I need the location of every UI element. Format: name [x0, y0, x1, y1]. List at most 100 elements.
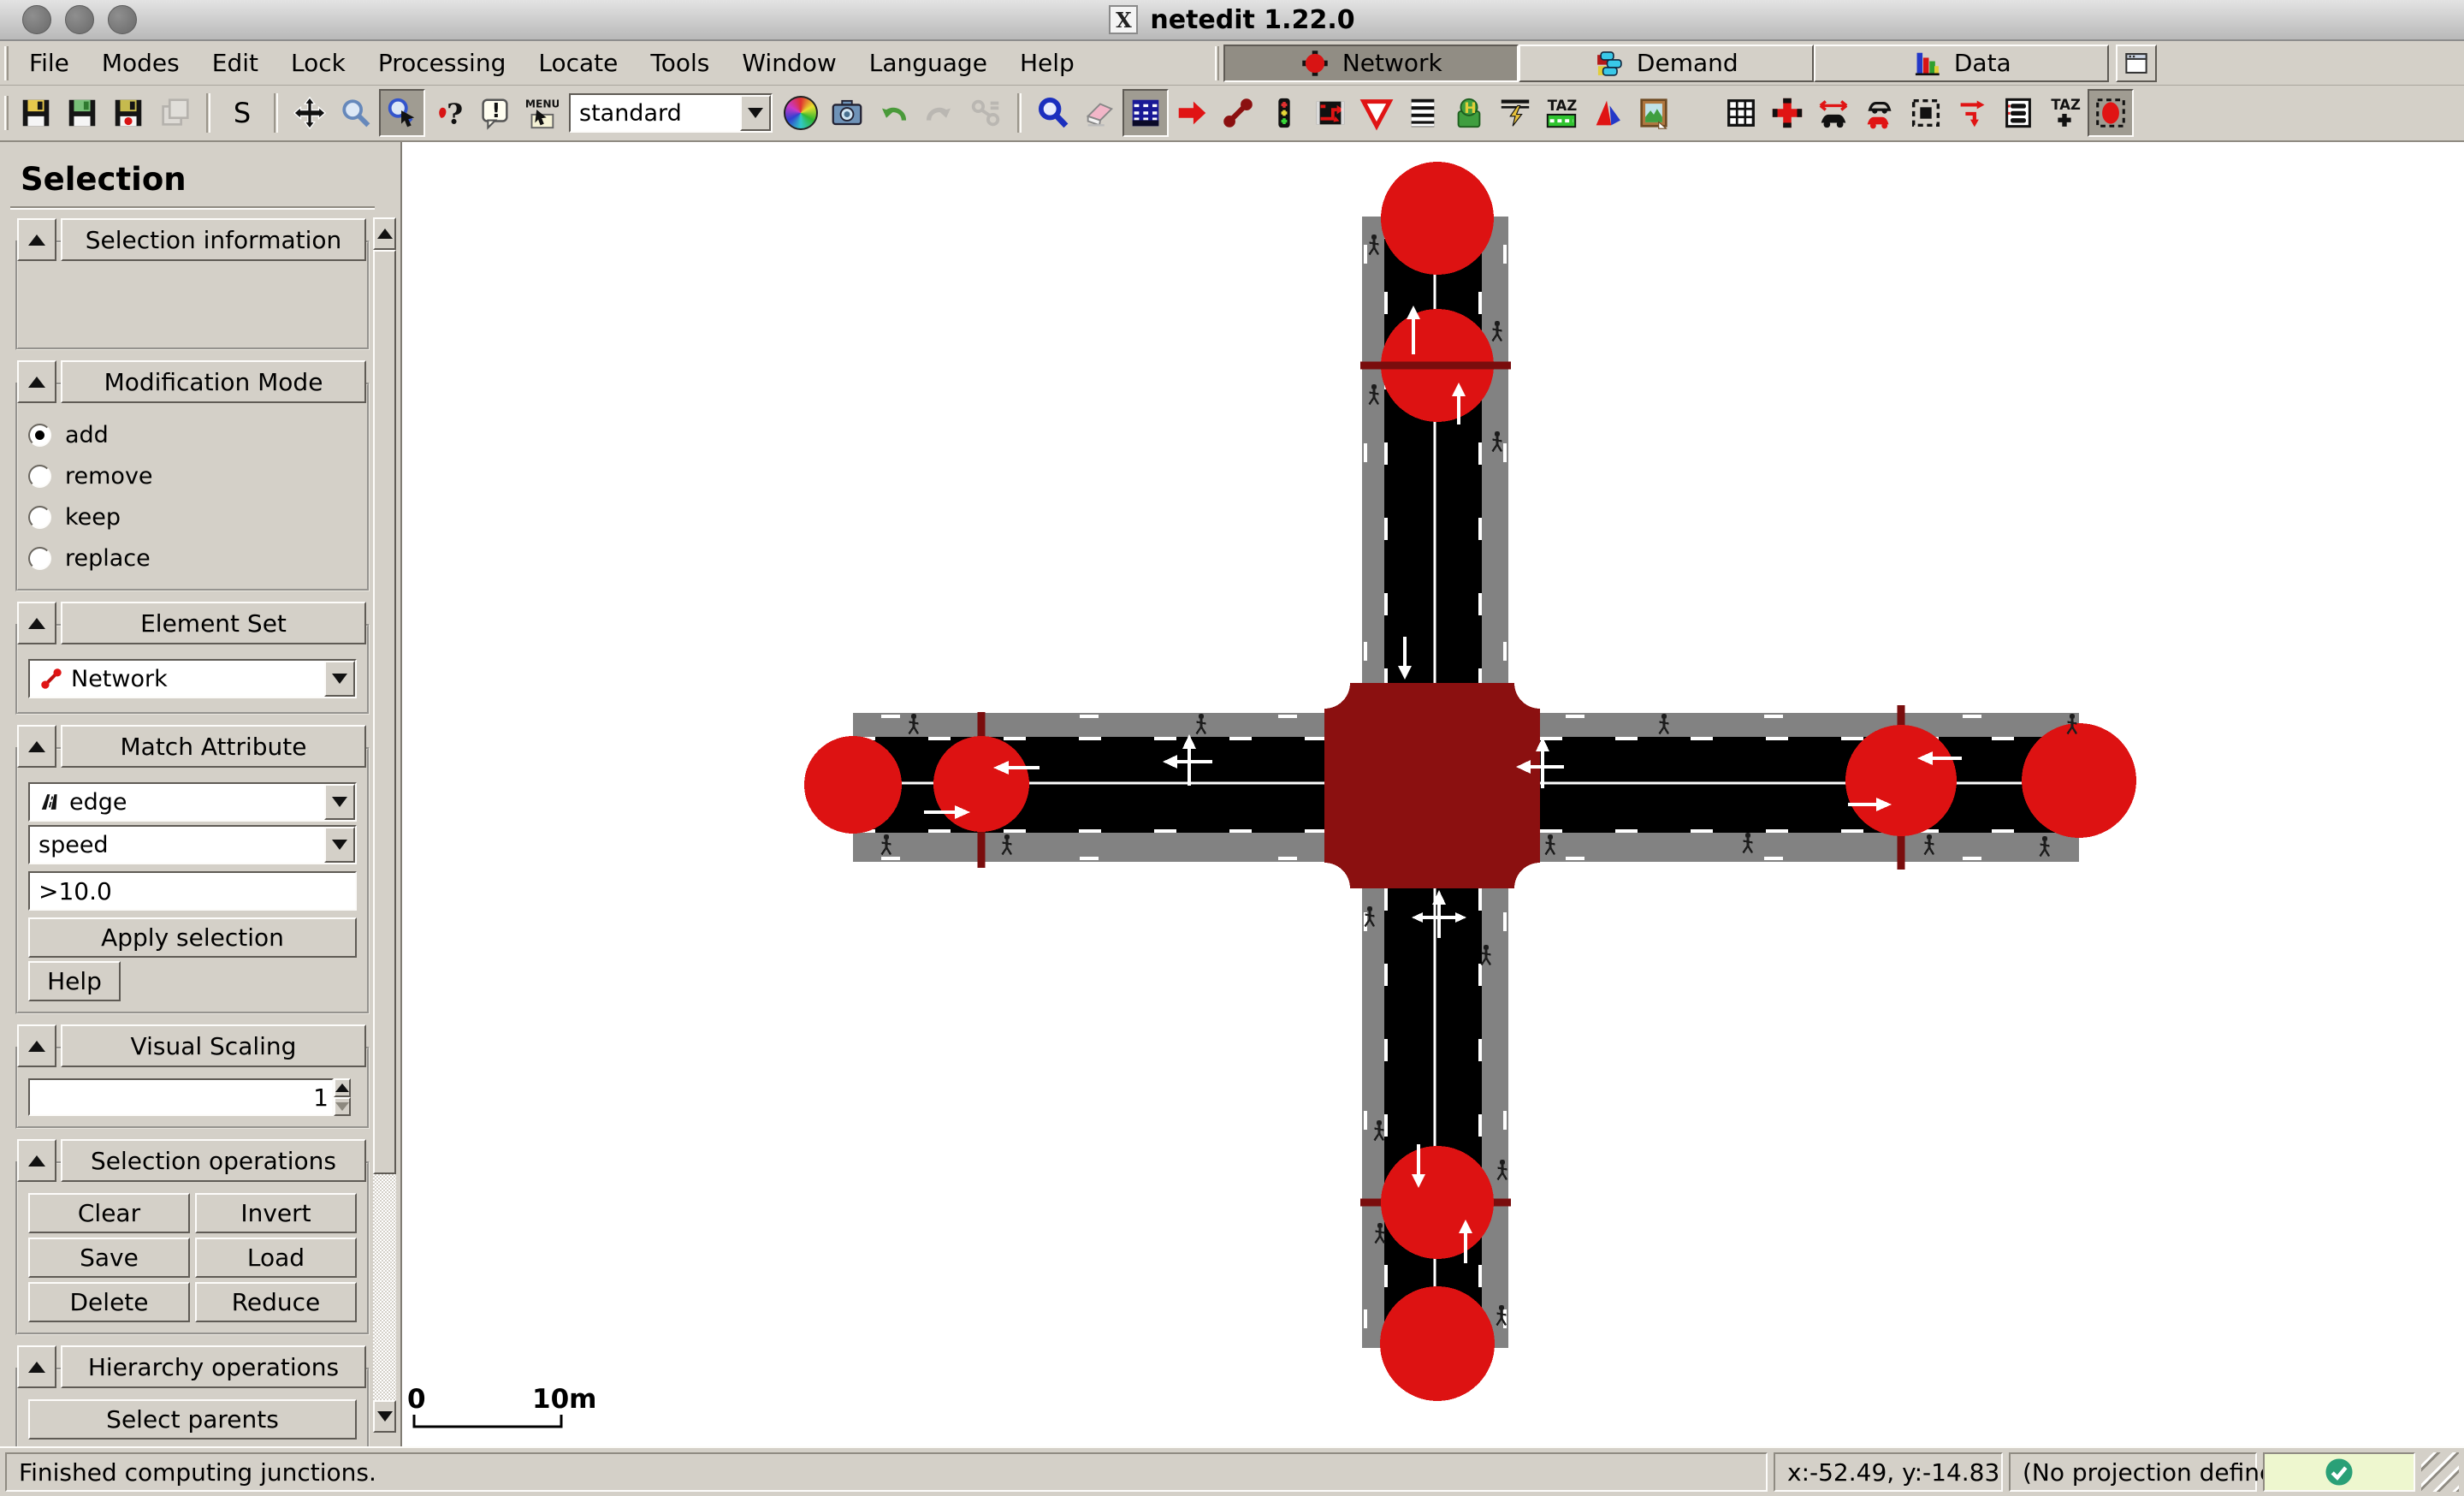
zoom-extent-button[interactable]	[333, 89, 379, 137]
visual-scaling-input[interactable]	[28, 1078, 334, 1116]
save-network-button[interactable]	[13, 89, 59, 137]
lock-vehicle-button[interactable]	[1857, 89, 1903, 137]
select-mode-button[interactable]	[1122, 89, 1169, 137]
element-set-combobox[interactable]: Network	[28, 659, 357, 698]
scroll-up-button[interactable]	[373, 217, 396, 250]
move-mode-button[interactable]	[1169, 89, 1215, 137]
collapse-button[interactable]	[17, 725, 56, 768]
junction-bubble[interactable]	[804, 736, 902, 834]
radio-replace[interactable]: replace	[28, 537, 357, 579]
lock-taz-button[interactable]: TAZ	[2041, 89, 2088, 137]
combo-dropdown-button[interactable]	[324, 784, 355, 820]
visual-scaling-spinner[interactable]	[28, 1078, 210, 1116]
group-header-match-attribute[interactable]: Match Attribute	[61, 725, 366, 768]
spin-up-button[interactable]	[334, 1078, 351, 1097]
match-expression-input[interactable]	[28, 871, 357, 911]
junction-bubble[interactable]	[2022, 723, 2136, 838]
supermode-demand-button[interactable]: Demand	[1519, 45, 1814, 82]
radio-button-icon[interactable]	[28, 424, 51, 447]
lock-poi-button[interactable]	[2088, 89, 2134, 137]
menu-language[interactable]: Language	[853, 45, 1004, 80]
prohibition-mode-button[interactable]	[1353, 89, 1400, 137]
reduce-button[interactable]: Reduce	[195, 1282, 357, 1322]
group-header-visual-scaling[interactable]: Visual Scaling	[61, 1024, 366, 1067]
lock-route-button[interactable]	[1995, 89, 2041, 137]
decal-mode-button[interactable]	[1631, 89, 1677, 137]
collapse-button[interactable]	[17, 218, 56, 261]
radio-keep[interactable]: keep	[28, 496, 357, 537]
save-button[interactable]: Save	[28, 1238, 190, 1278]
shape-mode-button[interactable]	[1584, 89, 1631, 137]
snapshot-button[interactable]	[824, 89, 870, 137]
sidebar-scrollbar[interactable]	[373, 217, 396, 1433]
edit-coloring-schemes-button[interactable]	[778, 89, 824, 137]
menu-file[interactable]: File	[13, 45, 86, 80]
save-additionals-button[interactable]	[59, 89, 105, 137]
match-tag-combobox[interactable]: edge	[28, 782, 357, 822]
radio-add[interactable]: add	[28, 414, 357, 455]
scrollbar-track[interactable]	[373, 1174, 396, 1400]
view-scheme-combobox[interactable]: standard	[569, 93, 773, 133]
menu-lock[interactable]: Lock	[275, 45, 362, 80]
select-parents-button[interactable]: Select parents	[28, 1399, 357, 1440]
wire-mode-button[interactable]	[1492, 89, 1538, 137]
invert-button[interactable]: Invert	[195, 1193, 357, 1233]
supermode-data-button[interactable]: Data	[1814, 45, 2109, 82]
grid-toggle-button[interactable]: S	[219, 89, 265, 137]
menu-modes[interactable]: Modes	[86, 45, 196, 80]
collapse-button[interactable]	[17, 602, 56, 644]
network-canvas[interactable]: 0 10m	[402, 142, 2464, 1446]
delete-mode-button[interactable]	[1076, 89, 1122, 137]
resize-grip[interactable]	[2421, 1452, 2459, 1492]
zoom-cursor-button[interactable]	[379, 89, 425, 137]
whats-this-help-button[interactable]: ?	[425, 89, 471, 137]
junction-bubble[interactable]	[1381, 162, 1494, 275]
junction-bubble[interactable]	[1381, 1146, 1494, 1259]
lock-additional-button[interactable]	[1903, 89, 1949, 137]
create-edge-mode-button[interactable]	[1215, 89, 1261, 137]
group-header-hierarchy-operations[interactable]: Hierarchy operations	[61, 1345, 366, 1388]
crossing-mode-button[interactable]	[1400, 89, 1446, 137]
lock-connection-button[interactable]	[1949, 89, 1995, 137]
collapse-button[interactable]	[17, 360, 56, 403]
group-header-selection-information[interactable]: Selection information	[61, 218, 366, 261]
spin-down-button[interactable]	[334, 1097, 351, 1116]
additional-mode-button[interactable]: H	[1446, 89, 1492, 137]
radio-remove[interactable]: remove	[28, 455, 357, 496]
zoom-button[interactable]	[108, 5, 137, 34]
taz-mode-button[interactable]: TAZ	[1538, 89, 1584, 137]
scrollbar-thumb[interactable]	[373, 250, 396, 1174]
traffic-light-mode-button[interactable]	[1261, 89, 1307, 137]
apply-selection-button[interactable]: Apply selection	[28, 917, 357, 958]
geo-status-indicator[interactable]	[2263, 1452, 2415, 1492]
combo-dropdown-button[interactable]	[324, 827, 355, 863]
supermode-network-button[interactable]: Network	[1223, 45, 1519, 82]
match-attribute-combobox[interactable]: speed	[28, 825, 357, 864]
scroll-down-button[interactable]	[373, 1400, 396, 1433]
radio-button-icon[interactable]	[28, 506, 51, 529]
collapse-button[interactable]	[17, 1139, 56, 1182]
collapse-button[interactable]	[17, 1024, 56, 1067]
lock-edge-button[interactable]	[1810, 89, 1857, 137]
undo-button[interactable]	[870, 89, 916, 137]
menu-locate[interactable]: Locate	[522, 45, 634, 80]
connection-mode-button[interactable]	[1307, 89, 1353, 137]
new-view-window-button[interactable]	[2116, 45, 2157, 82]
clear-button[interactable]: Clear	[28, 1193, 190, 1233]
menu-help[interactable]: Help	[1004, 45, 1091, 80]
toolbar-grip[interactable]	[4, 96, 9, 130]
save-demand-button[interactable]	[105, 89, 151, 137]
menu-processing[interactable]: Processing	[362, 45, 523, 80]
menu-toggle-button[interactable]: MENU	[518, 89, 564, 137]
center-junction[interactable]	[1324, 683, 1540, 888]
lock-junction-button[interactable]	[1764, 89, 1810, 137]
radio-button-icon[interactable]	[28, 547, 51, 570]
collapse-button[interactable]	[17, 1345, 56, 1388]
delete-button[interactable]: Delete	[28, 1282, 190, 1322]
move-view-button[interactable]	[287, 89, 333, 137]
load-button[interactable]: Load	[195, 1238, 357, 1278]
group-header-element-set[interactable]: Element Set	[61, 602, 366, 644]
network-view[interactable]: 0 10m	[402, 142, 2464, 1446]
toolbar-grip[interactable]	[1215, 46, 1219, 80]
group-header-selection-operations[interactable]: Selection operations	[61, 1139, 366, 1182]
